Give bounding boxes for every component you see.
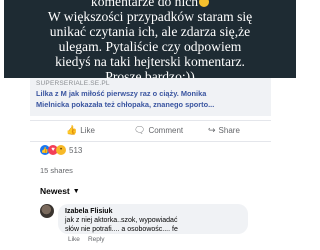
overlay-line-2: W większości przypadków staram się	[47, 9, 253, 24]
overlay-line-1: komentarze do nich	[90, 0, 199, 9]
sort-label: Newest	[40, 186, 70, 196]
share-button[interactable]: ↪ Share	[208, 125, 240, 136]
link-preview-card[interactable]: SUPERSERIALE.SE.PL Lilka z M jak miłość …	[30, 78, 271, 116]
overlay-line-5: kiedyś na taki hejterski komentarz.	[55, 54, 245, 69]
comment-author[interactable]: Izabela Flisiuk	[65, 207, 241, 216]
like-button[interactable]: 👍 Like	[66, 125, 95, 136]
smiling-emoji-icon	[199, 0, 210, 7]
avatar[interactable]	[40, 204, 54, 218]
link-source: SUPERSERIALE.SE.PL	[36, 80, 110, 87]
comment-meta: Like Reply	[68, 236, 105, 243]
chevron-down-icon: ▼	[72, 187, 80, 195]
comment-button[interactable]: 🗨 Comment	[134, 125, 183, 136]
comment-text-line-2: słów nie potrafi.... a osobowośc.... fe	[65, 226, 178, 233]
shares-count[interactable]: 15 shares	[40, 166, 73, 175]
reactions-count: 513	[69, 145, 83, 155]
story-text-overlay: komentarze do nich W większości przypadk…	[4, 0, 296, 84]
wow-reaction-icon: •	[56, 145, 66, 155]
comment-text-line-1: jak z niej aktorka..szok, wypowiadać	[65, 217, 178, 224]
overlay-line-4: ulegam. Pytaliście czy odpowiem	[58, 39, 242, 54]
comment-icon: 🗨	[134, 125, 146, 135]
share-label: Share	[218, 126, 240, 135]
like-label: Like	[80, 126, 95, 135]
post-actions-bar: 👍 Like 🗨 Comment ↪ Share	[30, 120, 271, 142]
comment-sort-dropdown[interactable]: Newest ▼	[40, 186, 80, 196]
link-title-line-2: Mielnicka pokazała też chłopaka, znanego…	[36, 99, 215, 109]
comment-like-link[interactable]: Like	[68, 236, 80, 243]
share-icon: ↪	[208, 125, 216, 135]
comment-reply-link[interactable]: Reply	[88, 236, 105, 243]
comment-label: Comment	[148, 126, 184, 135]
link-title-line-1: Lilka z M jak miłość pierwszy raz o ciąż…	[36, 89, 207, 98]
overlay-line-3: unikać czytania ich, ale zdarza się,że	[49, 24, 251, 39]
comment-bubble: Izabela Flisiuk jak z niej aktorka..szok…	[58, 204, 248, 234]
reactions-summary[interactable]: 👍 ♥ • 513	[40, 144, 82, 156]
thumbs-up-icon: 👍	[66, 125, 78, 135]
